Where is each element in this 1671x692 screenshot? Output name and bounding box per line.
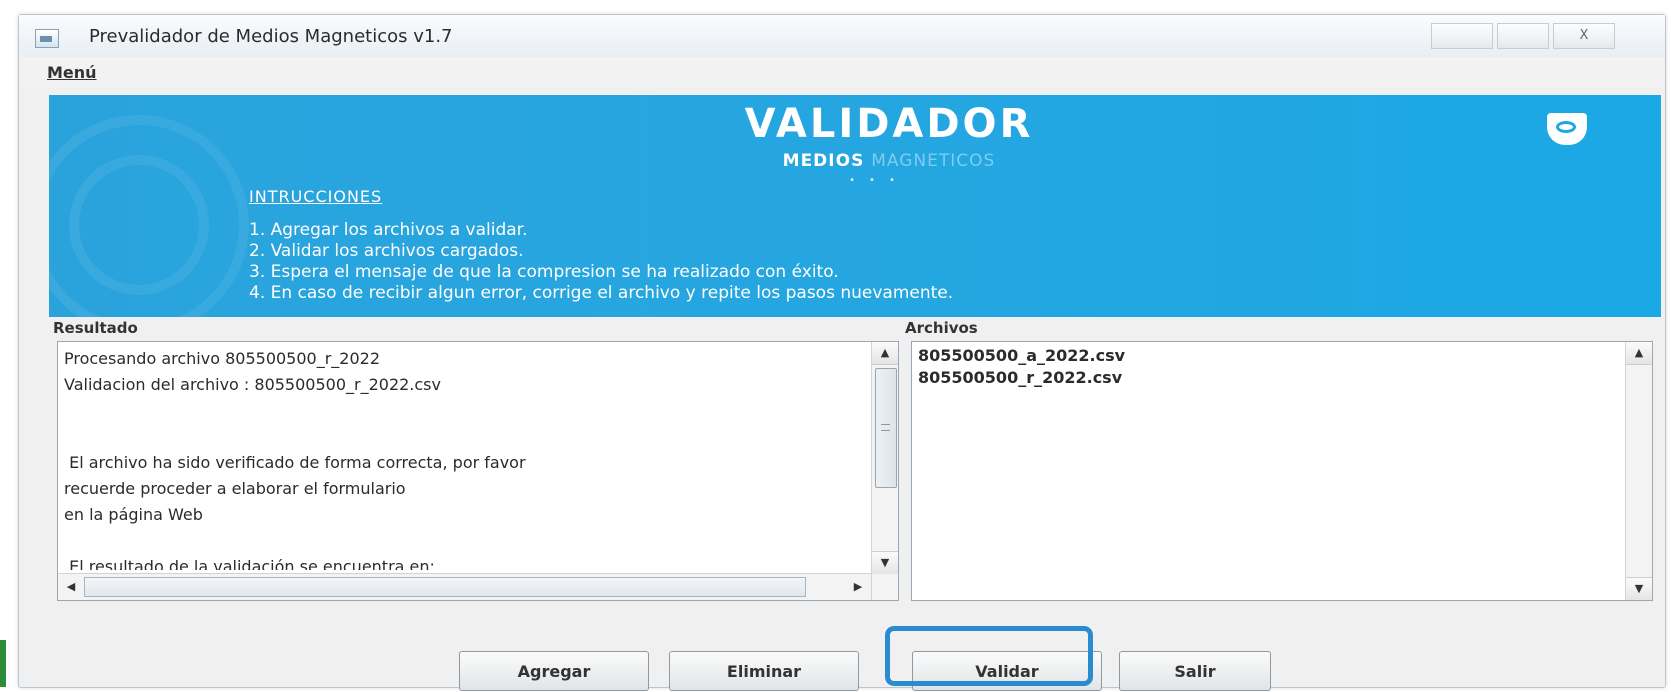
minimize-button[interactable] — [1431, 23, 1493, 49]
shield-icon — [1547, 113, 1587, 145]
archivos-vertical-scrollbar[interactable]: ▲ ▼ — [1625, 342, 1652, 600]
instruction-line: 1. Agregar los archivos a validar. — [249, 220, 528, 240]
resultado-label: Resultado — [53, 319, 138, 337]
title-bar[interactable]: Prevalidador de Medios Magneticos v1.7 X — [19, 15, 1665, 58]
scroll-right-arrow-icon[interactable]: ▶ — [847, 574, 869, 600]
horizontal-scroll-thumb[interactable] — [84, 577, 806, 597]
list-item[interactable]: 805500500_r_2022.csv — [918, 368, 1122, 387]
scroll-left-arrow-icon[interactable]: ◀ — [60, 574, 82, 600]
scroll-up-arrow-icon[interactable]: ▲ — [1626, 342, 1652, 365]
list-item[interactable]: 805500500_a_2022.csv — [918, 346, 1125, 365]
decorative-ring — [69, 155, 209, 295]
close-button[interactable]: X — [1553, 23, 1615, 49]
window-title: Prevalidador de Medios Magneticos v1.7 — [89, 26, 453, 47]
salir-button[interactable]: Salir — [1119, 651, 1271, 691]
app-window: Prevalidador de Medios Magneticos v1.7 X… — [18, 14, 1666, 691]
scroll-down-arrow-icon[interactable]: ▼ — [872, 551, 898, 574]
archivos-list[interactable]: 805500500_a_2022.csv 805500500_r_2022.cs… — [911, 341, 1653, 601]
instruction-line: 4. En caso de recibir algun error, corri… — [249, 283, 954, 303]
agregar-button[interactable]: Agregar — [459, 651, 649, 691]
eliminar-button[interactable]: Eliminar — [669, 651, 859, 691]
menu-item-menu[interactable]: Menú — [47, 63, 97, 82]
validator-banner: VALIDADOR MEDIOS MAGNETICOS ••• INTRUCCI… — [49, 95, 1661, 317]
maximize-button[interactable] — [1497, 23, 1549, 49]
vertical-scroll-thumb[interactable] — [875, 368, 897, 488]
resultado-vertical-scrollbar[interactable]: ▲ ▼ — [871, 342, 898, 600]
instruction-line: 2. Validar los archivos cargados. — [249, 241, 524, 261]
background-green-edge — [0, 640, 6, 687]
scroll-down-arrow-icon[interactable]: ▼ — [1626, 577, 1652, 600]
scroll-up-arrow-icon[interactable]: ▲ — [872, 342, 898, 365]
resultado-text: Procesando archivo 805500500_r_2022 Vali… — [64, 349, 526, 570]
banner-subtitle-light: MAGNETICOS — [871, 151, 996, 171]
banner-subtitle: MEDIOS MAGNETICOS — [689, 151, 1089, 171]
instruction-line: 3. Espera el mensaje de que la compresio… — [249, 262, 839, 282]
app-icon — [35, 29, 59, 48]
instructions-heading: INTRUCCIONES — [249, 187, 383, 206]
archivos-label: Archivos — [905, 319, 978, 337]
resultado-horizontal-scrollbar[interactable]: ◀ ▶ — [58, 573, 871, 600]
validar-focus-highlight — [885, 626, 1093, 686]
banner-title: VALIDADOR — [744, 101, 1034, 147]
banner-dots: ••• — [849, 175, 909, 186]
resultado-textarea[interactable]: Procesando archivo 805500500_r_2022 Vali… — [57, 341, 899, 601]
menu-bar: Menú — [19, 57, 1665, 87]
banner-subtitle-bold: MEDIOS — [782, 151, 865, 171]
